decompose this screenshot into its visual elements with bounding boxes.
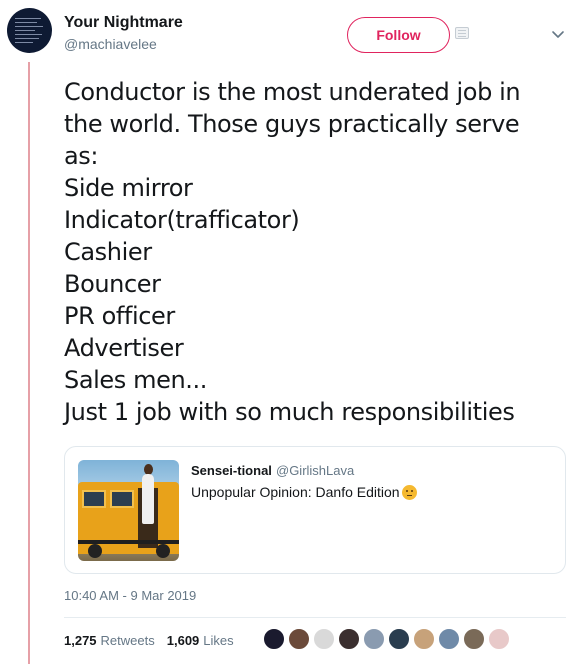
liker-avatar[interactable] — [387, 627, 411, 651]
quoted-tweet-card[interactable]: Sensei-tional @GirlishLava Unpopular Opi… — [64, 446, 566, 574]
tweet-line: Side mirror — [64, 174, 193, 202]
tweet-line: Sales men... — [64, 366, 207, 394]
tweet-line: as: — [64, 142, 99, 170]
tweet-stats: 1,275 Retweets 1,609 Likes — [64, 633, 234, 648]
danfo-bus-illustration — [78, 464, 179, 558]
liker-avatar[interactable] — [287, 627, 311, 651]
author-handle[interactable]: @machiavelee — [64, 36, 157, 52]
tweet-line: Just 1 job with so much responsibilities — [64, 398, 515, 426]
tweet-timestamp[interactable]: 10:40 AM - 9 Mar 2019 — [64, 588, 196, 603]
tweet-line: the world. Those guys practically serve — [64, 110, 520, 138]
follow-button[interactable]: Follow — [347, 17, 450, 53]
thread-line — [28, 62, 30, 664]
author-name[interactable]: Your Nightmare — [64, 14, 183, 32]
quoted-text: Unpopular Opinion: Danfo Edition — [191, 484, 400, 500]
likes-count[interactable]: 1,609 — [167, 633, 200, 648]
quoted-author-handle[interactable]: @GirlishLava — [276, 463, 354, 478]
retweets-label[interactable]: Retweets — [101, 633, 155, 648]
liker-avatar[interactable] — [312, 627, 336, 651]
tweet-line: Advertiser — [64, 334, 184, 362]
likes-label[interactable]: Likes — [203, 633, 233, 648]
liker-avatar[interactable] — [487, 627, 511, 651]
chevron-down-icon[interactable] — [550, 26, 566, 42]
liker-avatar[interactable] — [437, 627, 461, 651]
liker-avatar[interactable] — [362, 627, 386, 651]
tweet-line: Cashier — [64, 238, 152, 266]
divider — [64, 617, 566, 618]
tweet-line: Conductor is the most underated job in — [64, 78, 521, 106]
quoted-tweet-text: Unpopular Opinion: Danfo Edition — [191, 484, 417, 500]
liker-avatar[interactable] — [412, 627, 436, 651]
tweet-line: Indicator(trafficator) — [64, 206, 300, 234]
retweets-count[interactable]: 1,275 — [64, 633, 97, 648]
tweet-text: Conductor is the most underated job in t… — [64, 76, 564, 428]
card-icon — [455, 27, 469, 39]
likers-avatars[interactable] — [262, 627, 512, 651]
quoted-author-name[interactable]: Sensei-tional — [191, 463, 272, 478]
author-avatar[interactable] — [7, 8, 52, 53]
quoted-tweet-image[interactable] — [78, 460, 179, 561]
liker-avatar[interactable] — [337, 627, 361, 651]
tweet-line: PR officer — [64, 302, 175, 330]
liker-avatar[interactable] — [462, 627, 486, 651]
liker-avatar[interactable] — [262, 627, 286, 651]
tweet-line: Bouncer — [64, 270, 161, 298]
thinking-face-icon — [401, 484, 417, 500]
